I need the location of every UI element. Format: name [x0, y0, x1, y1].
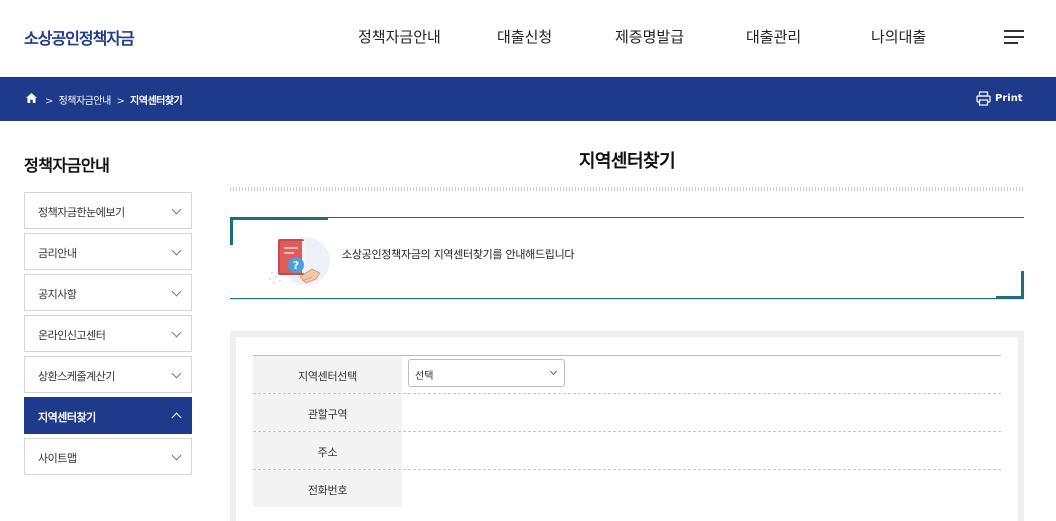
title-divider	[230, 187, 1024, 191]
sidebar-item-notice[interactable]: 공지사항	[24, 274, 192, 311]
main-nav: 정책자금안내 대출신청 제증명발급 대출관리 나의대출	[0, 26, 1056, 48]
chevron-down-icon	[171, 450, 182, 461]
chevron-down-icon	[549, 367, 558, 376]
sidebar-item-label: 공지사항	[38, 288, 77, 301]
page-title: 지역센터찾기	[578, 151, 676, 172]
nav-item-loan-manage[interactable]: 대출관리	[746, 26, 801, 47]
sidebar-item-find-center[interactable]: 지역센터찾기	[24, 397, 192, 434]
chevron-down-icon	[171, 286, 182, 297]
sidebar-item-repayment-calculator[interactable]: 상환스케줄계산기	[24, 356, 192, 393]
svg-text:?: ?	[293, 259, 299, 272]
sidebar-title: 정책자금안내	[24, 156, 110, 175]
intro-box: ? 소상공인정책자금의 지역센터찾기를 안내해드립니다	[230, 217, 1024, 300]
region-center-select[interactable]: 선택	[408, 359, 565, 387]
home-icon[interactable]	[26, 93, 37, 103]
chevron-down-icon	[171, 327, 182, 338]
printer-icon	[976, 91, 991, 106]
chevron-down-icon	[171, 204, 182, 215]
sidebar-item-label: 사이트맵	[38, 452, 77, 465]
chevron-down-icon	[171, 245, 182, 256]
row-label: 전화번호	[307, 484, 348, 497]
breadcrumb-bar: > 정책자금안내 > 지역센터찾기 Print	[0, 77, 1056, 121]
breadcrumb-separator: >	[116, 96, 125, 107]
sidebar-item-interest-rate[interactable]: 금리안내	[24, 233, 192, 270]
sidebar-item-online-report[interactable]: 온라인신고센터	[24, 315, 192, 352]
nav-item-my-loan[interactable]: 나의대출	[871, 26, 926, 47]
select-value: 선택	[415, 371, 434, 382]
site-header: 소상공인정책자금 정책자금안내 대출신청 제증명발급 대출관리 나의대출	[0, 0, 1056, 77]
sidebar-item-label: 금리안내	[38, 247, 77, 260]
hamburger-menu-icon[interactable]	[1004, 30, 1024, 44]
table-row: 지역센터선택 선택	[253, 355, 1001, 393]
sidebar-item-sitemap[interactable]: 사이트맵	[24, 438, 192, 475]
breadcrumb-item[interactable]: 정책자금안내	[59, 96, 112, 107]
breadcrumb-current: 지역센터찾기	[130, 96, 183, 107]
sidebar-item-overview[interactable]: 정책자금한눈에보기	[24, 192, 192, 229]
table-row: 주소	[253, 431, 1001, 469]
row-label: 지역센터선택	[298, 370, 357, 383]
chevron-down-icon	[171, 368, 182, 379]
center-info-table: 지역센터선택 선택 관할구역 주소 전화번호	[253, 355, 1001, 507]
sidebar-item-label: 온라인신고센터	[38, 329, 106, 342]
nav-item-policy-fund[interactable]: 정책자금안내	[358, 26, 441, 47]
sidebar-item-label: 상환스케줄계산기	[38, 370, 115, 383]
sidebar-menu: 정책자금한눈에보기 금리안내 공지사항 온라인신고센터 상환스케줄계산기 지역센…	[24, 192, 192, 479]
sidebar-item-label: 지역센터찾기	[38, 411, 96, 424]
intro-text: 소상공인정책자금의 지역센터찾기를 안내해드립니다	[342, 248, 575, 261]
print-label: Print	[995, 93, 1023, 104]
row-label: 주소	[317, 446, 338, 459]
guide-book-icon: ?	[269, 237, 330, 285]
center-search-form: 지역센터선택 선택 관할구역 주소 전화번호	[230, 331, 1024, 521]
chevron-up-icon	[171, 412, 182, 423]
row-label: 관할구역	[307, 408, 348, 421]
breadcrumb-separator: >	[45, 96, 53, 107]
table-row: 전화번호	[253, 469, 1001, 507]
nav-item-loan-apply[interactable]: 대출신청	[497, 26, 552, 47]
nav-item-certificate[interactable]: 제증명발급	[615, 26, 684, 47]
sidebar-item-label: 정책자금한눈에보기	[38, 206, 125, 219]
table-row: 관할구역	[253, 393, 1001, 431]
breadcrumb: > 정책자금안내 > 지역센터찾기	[42, 92, 183, 107]
